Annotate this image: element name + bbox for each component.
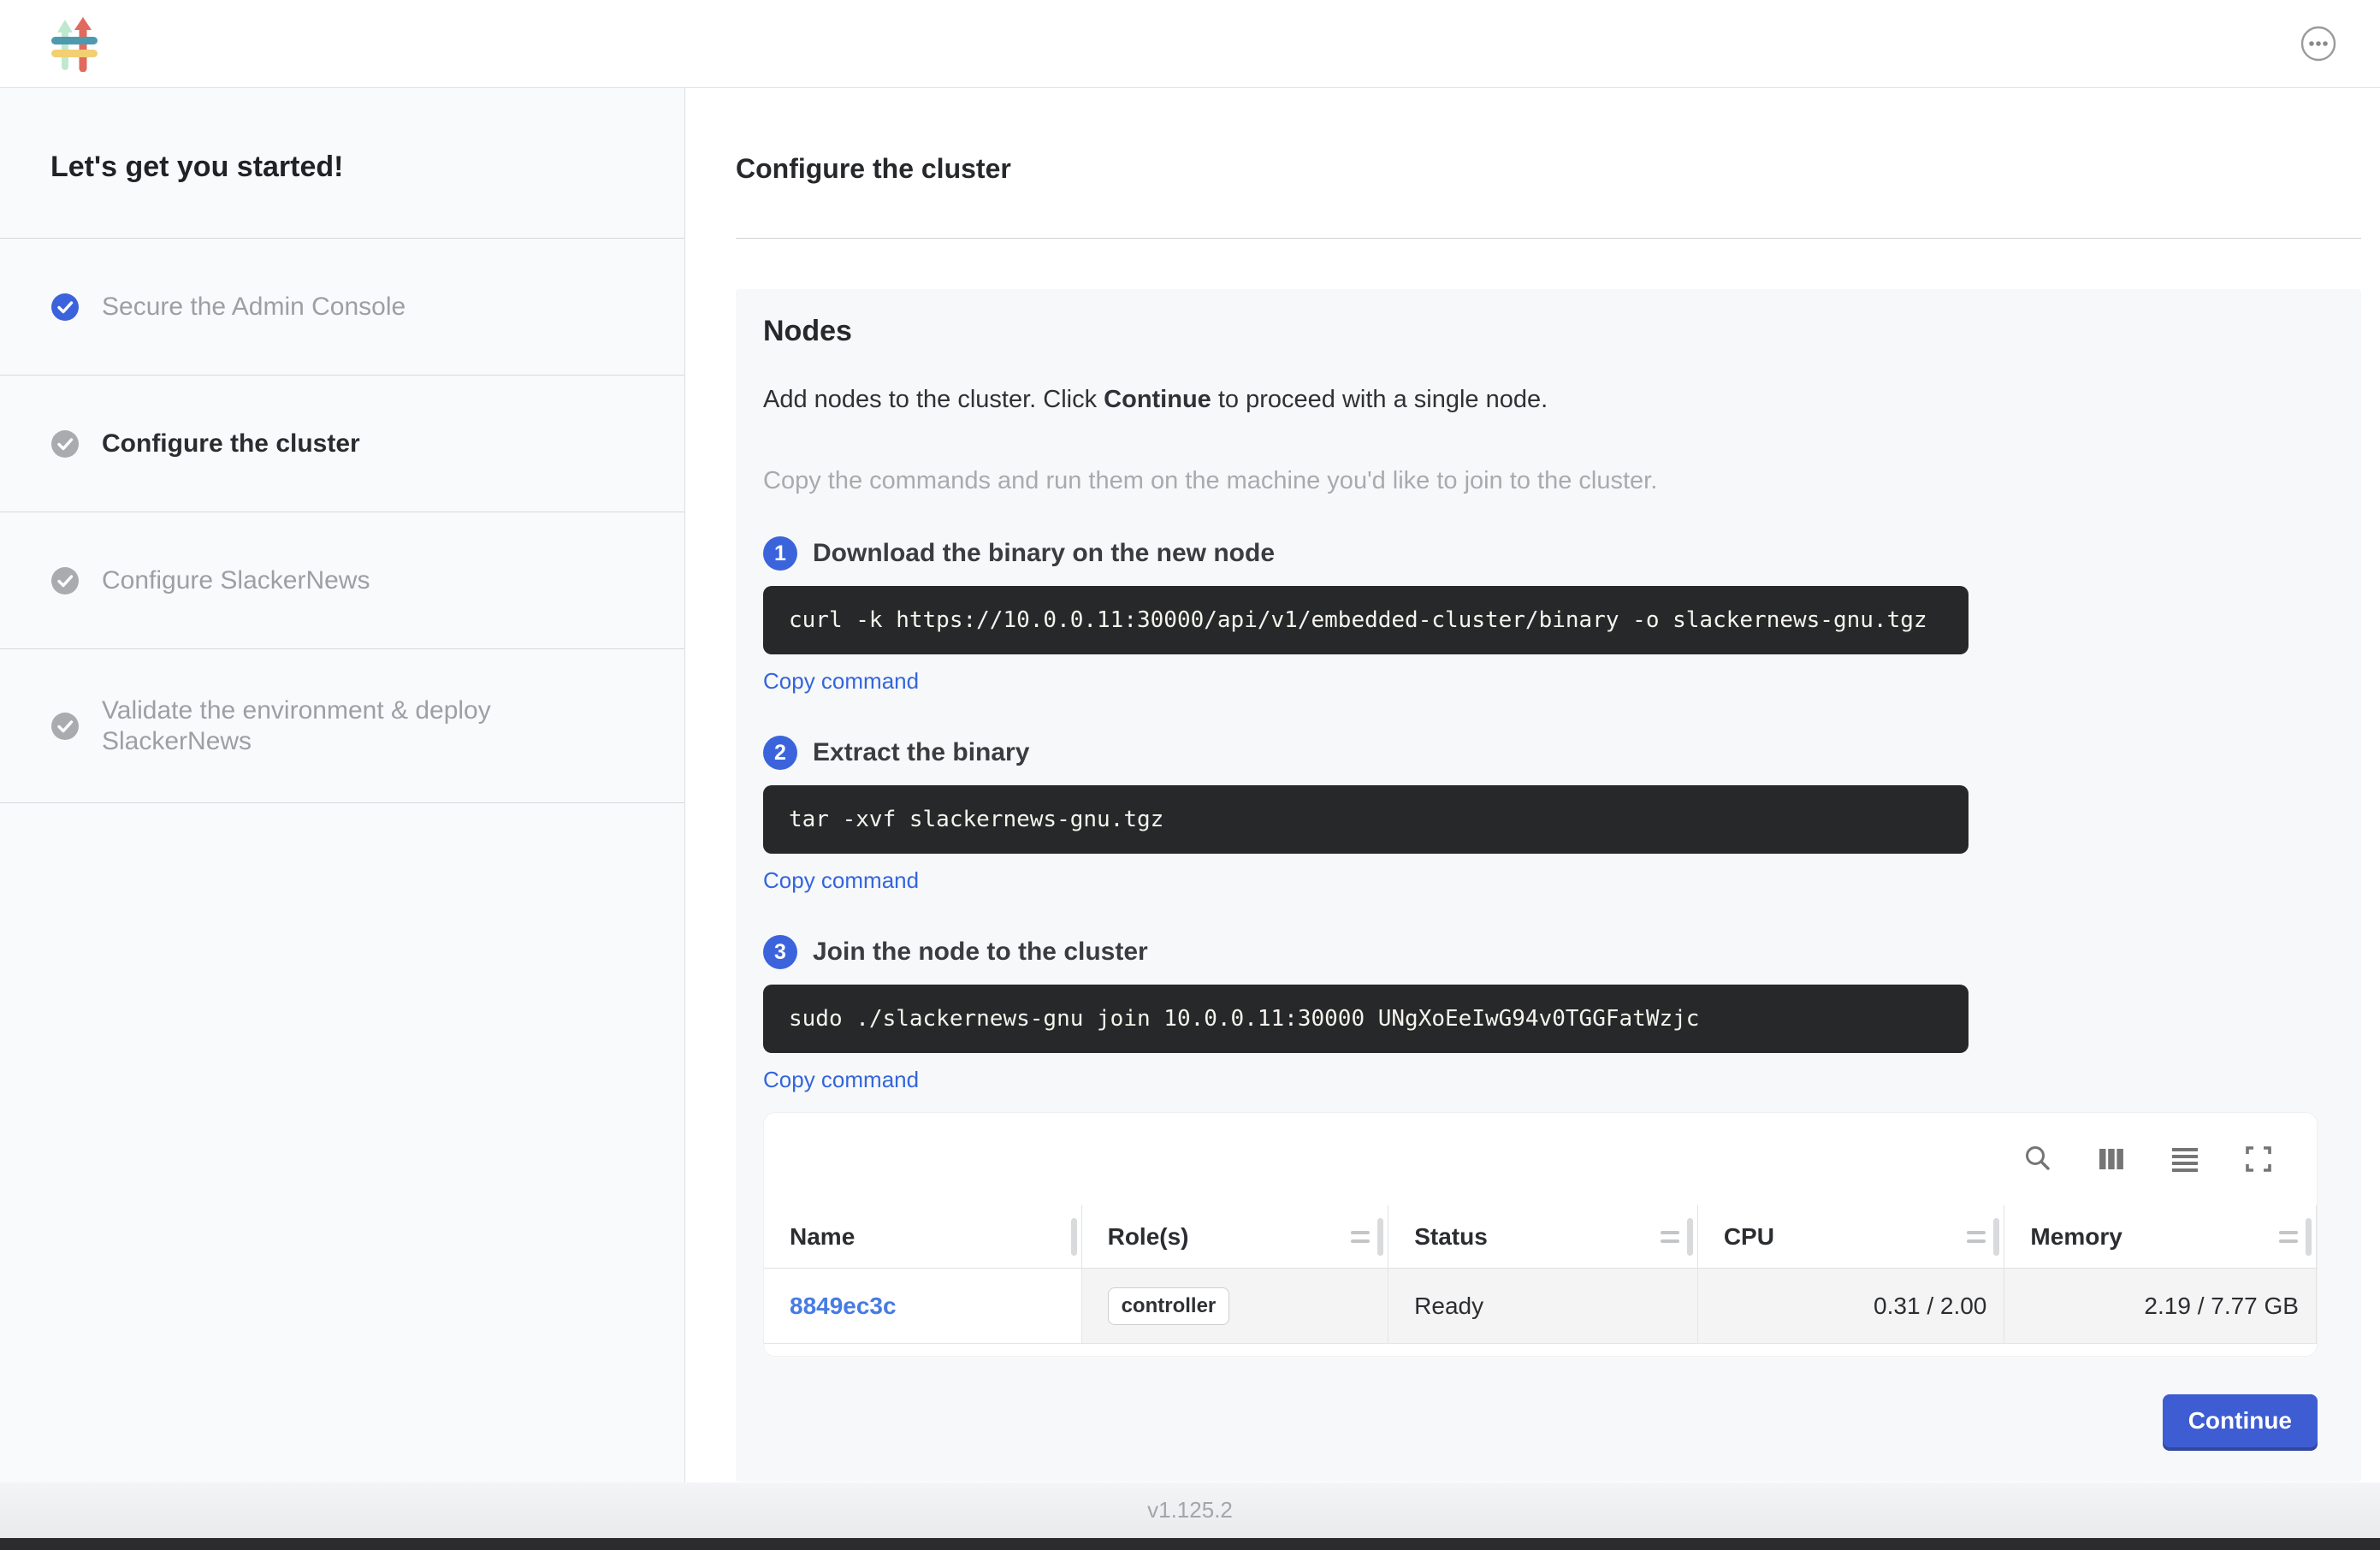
step-3-header: 3 Join the node to the cluster xyxy=(763,935,2318,969)
step-1-title: Download the binary on the new node xyxy=(813,539,1275,568)
sidebar-item-validate-deploy[interactable]: Validate the environment & deploy Slacke… xyxy=(0,649,684,803)
step-2-number-badge: 2 xyxy=(763,736,797,770)
step-1-command-block: curl -k https://10.0.0.11:30000/api/v1/e… xyxy=(763,586,1969,654)
node-name-cell: 8849ec3c xyxy=(764,1269,1082,1344)
drag-handle-icon xyxy=(1967,1231,1986,1243)
content-row: Let's get you started! Secure the Admin … xyxy=(0,88,2380,1482)
sidebar-item-label: Secure the Admin Console xyxy=(102,292,406,322)
nodes-intro: Add nodes to the cluster. Click Continue… xyxy=(763,386,2318,414)
step-1-number-badge: 1 xyxy=(763,536,797,571)
intro-text: to proceed with a single node. xyxy=(1211,386,1548,413)
table-fullscreen-button[interactable] xyxy=(2241,1142,2276,1176)
column-label: CPU xyxy=(1724,1223,1774,1251)
column-resize-handle[interactable] xyxy=(2306,1218,2312,1256)
step-2-command-block: tar -xvf slackernews-gnu.tgz xyxy=(763,785,1969,854)
drag-handle-icon xyxy=(1351,1231,1370,1243)
column-resize-handle[interactable] xyxy=(1687,1218,1693,1256)
node-name-link[interactable]: 8849ec3c xyxy=(790,1293,897,1320)
sidebar-title: Let's get you started! xyxy=(0,88,684,239)
column-label: Status xyxy=(1414,1223,1488,1251)
sidebar-item-configure-slackernews[interactable]: Configure SlackerNews xyxy=(0,512,684,649)
table-header-row: Name Role(s) Status CPU xyxy=(764,1205,2317,1269)
version-label: v1.125.2 xyxy=(1147,1497,1233,1523)
sidebar-item-label: Validate the environment & deploy Slacke… xyxy=(102,695,581,757)
node-memory-cell: 2.19 / 7.77 GB xyxy=(2004,1269,2317,1344)
column-header-memory[interactable]: Memory xyxy=(2004,1205,2317,1269)
node-roles-cell: controller xyxy=(1082,1269,1389,1344)
continue-button[interactable]: Continue xyxy=(2163,1394,2318,1447)
node-cpu-cell: 0.31 / 2.00 xyxy=(1698,1269,2005,1344)
bottom-edge-bar xyxy=(0,1538,2380,1550)
table-search-button[interactable] xyxy=(2021,1142,2055,1176)
column-header-name[interactable]: Name xyxy=(764,1205,1082,1269)
column-resize-handle[interactable] xyxy=(1377,1218,1383,1256)
step-1-header: 1 Download the binary on the new node xyxy=(763,536,2318,571)
node-status-cell: Ready xyxy=(1388,1269,1698,1344)
column-header-roles[interactable]: Role(s) xyxy=(1082,1205,1389,1269)
drag-handle-icon xyxy=(1661,1231,1679,1243)
main-panel: Configure the cluster Nodes Add nodes to… xyxy=(685,88,2380,1482)
column-resize-handle[interactable] xyxy=(1071,1218,1077,1256)
column-resize-handle[interactable] xyxy=(1993,1218,1999,1256)
column-label: Memory xyxy=(2030,1223,2122,1251)
step-3-copy-command-link[interactable]: Copy command xyxy=(763,1067,919,1093)
intro-text: Add nodes to the cluster. Click xyxy=(763,386,1104,413)
copy-commands-hint: Copy the commands and run them on the ma… xyxy=(763,467,2318,495)
table-density-button[interactable] xyxy=(2168,1142,2202,1176)
app-footer: v1.125.2 xyxy=(0,1482,2380,1538)
sidebar-item-label: Configure SlackerNews xyxy=(102,565,370,596)
check-circle-done-icon xyxy=(50,293,80,322)
column-header-cpu[interactable]: CPU xyxy=(1698,1205,2005,1269)
column-label: Name xyxy=(790,1223,855,1251)
view-columns-icon xyxy=(2096,1144,2127,1174)
column-label: Role(s) xyxy=(1108,1223,1189,1251)
role-badge: controller xyxy=(1108,1287,1230,1325)
title-divider xyxy=(736,238,2361,239)
step-2-copy-command-link[interactable]: Copy command xyxy=(763,867,919,894)
sidebar-item-label: Configure the cluster xyxy=(102,429,360,459)
nodes-table-panel: Name Role(s) Status CPU xyxy=(763,1112,2318,1357)
sidebar-item-configure-cluster[interactable]: Configure the cluster xyxy=(0,376,684,512)
drag-handle-icon xyxy=(2279,1231,2298,1243)
overflow-menu-button[interactable] xyxy=(2300,25,2337,62)
table-toolbar xyxy=(764,1113,2317,1205)
step-1-copy-command-link[interactable]: Copy command xyxy=(763,668,919,695)
intro-continue-emphasis: Continue xyxy=(1104,386,1211,413)
step-3-command-block: sudo ./slackernews-gnu join 10.0.0.11:30… xyxy=(763,985,1969,1053)
step-2-header: 2 Extract the binary xyxy=(763,736,2318,770)
step-3-number-badge: 3 xyxy=(763,935,797,969)
table-columns-button[interactable] xyxy=(2094,1142,2128,1176)
density-icon xyxy=(2170,1144,2200,1174)
check-circle-pending-icon xyxy=(50,429,80,458)
table-row: 8849ec3c controller Ready 0.31 / 2.00 2.… xyxy=(764,1269,2317,1344)
step-3-title: Join the node to the cluster xyxy=(813,938,1148,967)
fullscreen-icon xyxy=(2243,1144,2274,1174)
setup-steps-sidebar: Let's get you started! Secure the Admin … xyxy=(0,88,685,1482)
slackernews-logo xyxy=(50,15,98,72)
ellipsis-circle-icon xyxy=(2300,26,2336,62)
search-icon xyxy=(2022,1144,2053,1174)
nodes-card: Nodes Add nodes to the cluster. Click Co… xyxy=(736,289,2361,1482)
sidebar-item-secure-admin-console[interactable]: Secure the Admin Console xyxy=(0,239,684,376)
nodes-heading: Nodes xyxy=(763,315,2318,348)
card-actions: Continue xyxy=(763,1394,2318,1447)
step-2-title: Extract the binary xyxy=(813,738,1029,767)
page-title: Configure the cluster xyxy=(736,153,2361,185)
column-header-status[interactable]: Status xyxy=(1388,1205,1698,1269)
top-header xyxy=(0,0,2380,88)
check-circle-pending-icon xyxy=(50,712,80,741)
admin-console-app: Let's get you started! Secure the Admin … xyxy=(0,0,2380,1550)
check-circle-pending-icon xyxy=(50,566,80,595)
